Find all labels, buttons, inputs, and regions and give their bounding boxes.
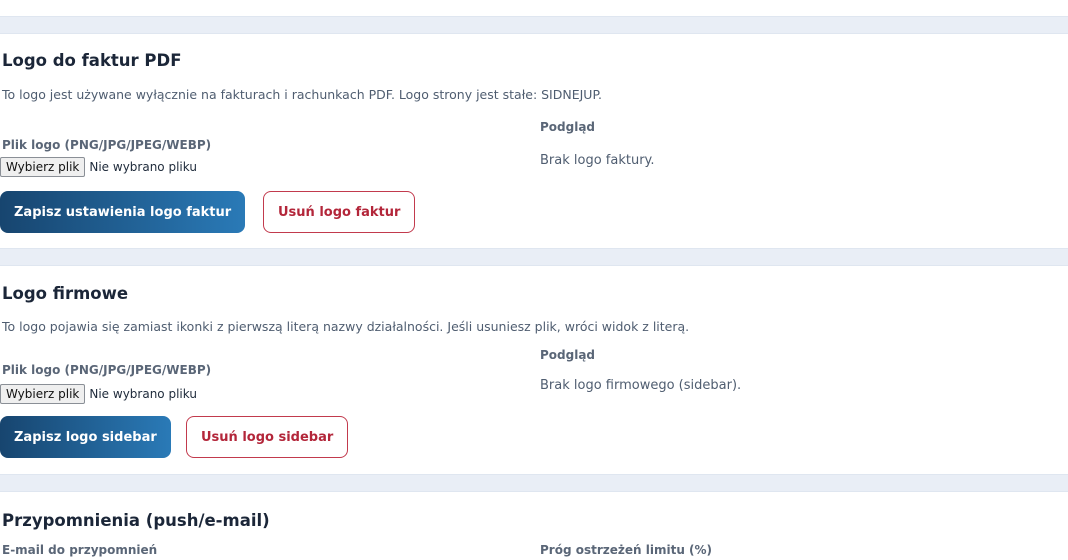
invoice-logo-file-label: Plik logo (PNG/JPG/JPEG/WEBP) [2,138,212,152]
save-sidebar-logo-button[interactable]: Zapisz logo sidebar [0,416,171,458]
invoice-logo-title: Logo do faktur PDF [2,51,182,70]
company-logo-preview: Brak logo firmowego (sidebar). [540,378,742,393]
section-divider [0,474,1068,492]
save-invoice-logo-button[interactable]: Zapisz ustawienia logo faktur [0,191,246,233]
reminders-card: Przypomnienia (push/e-mail) E-mail do pr… [0,492,1068,560]
company-logo-card: Logo firmowe To logo pojawia się zamiast… [0,266,1068,474]
file-status: Nie wybrano pliku [89,160,197,174]
invoice-logo-preview: Brak logo faktury. [540,153,655,168]
company-logo-file-label: Plik logo (PNG/JPG/JPEG/WEBP) [2,363,212,377]
section-divider [0,16,1068,34]
top-spacer [0,0,1068,16]
reminders-title: Przypomnienia (push/e-mail) [2,511,270,530]
invoice-logo-preview-label: Podgląd [540,120,596,134]
invoice-logo-file-input[interactable]: Wybierz plik Nie wybrano pliku [0,157,197,177]
company-logo-file-input[interactable]: Wybierz plik Nie wybrano pliku [0,384,197,404]
file-status: Nie wybrano pliku [89,387,197,401]
reminder-email-label: E-mail do przypomnień [2,543,158,557]
section-divider [0,248,1068,266]
remove-sidebar-logo-button[interactable]: Usuń logo sidebar [186,416,349,458]
invoice-logo-description: To logo jest używane wyłącznie na faktur… [2,87,603,102]
company-logo-title: Logo firmowe [2,284,129,303]
limit-threshold-label: Próg ostrzeżeń limitu (%) [540,543,713,557]
choose-file-button[interactable]: Wybierz plik [0,384,86,404]
remove-invoice-logo-button[interactable]: Usuń logo faktur [263,191,416,233]
choose-file-button[interactable]: Wybierz plik [0,157,86,177]
company-logo-preview-label: Podgląd [540,348,596,362]
company-logo-description: To logo pojawia się zamiast ikonki z pie… [2,319,690,334]
invoice-logo-card: Logo do faktur PDF To logo jest używane … [0,34,1068,248]
